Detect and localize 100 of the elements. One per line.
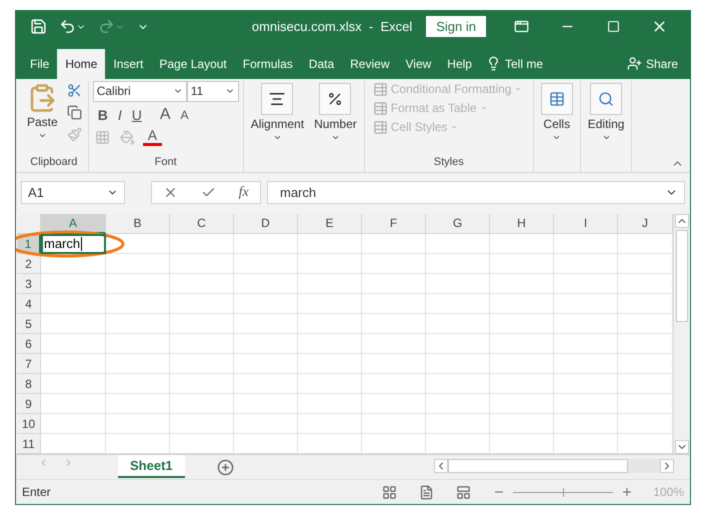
table-cell xyxy=(362,234,426,254)
table-cell xyxy=(106,334,170,354)
decrease-font-button[interactable]: A xyxy=(176,106,194,123)
table-cell xyxy=(234,374,298,394)
ribbon-tab[interactable]: Page Layout xyxy=(151,48,235,79)
table-cell xyxy=(170,234,234,254)
table-cell xyxy=(234,414,298,434)
column-header[interactable]: B xyxy=(106,214,170,234)
table-icon xyxy=(540,82,573,115)
table-cell xyxy=(362,274,426,294)
table-cell xyxy=(41,334,106,354)
table-cell xyxy=(234,294,298,314)
table-cell xyxy=(170,334,234,354)
scrollbar-thumb[interactable] xyxy=(448,459,628,474)
ribbon-tab[interactable]: Insert xyxy=(105,48,152,79)
font-size-field[interactable]: 11 xyxy=(186,80,239,102)
insert-function-button[interactable]: fx xyxy=(238,184,249,201)
name-box[interactable]: A1 xyxy=(21,181,125,204)
row-header[interactable]: 8 xyxy=(17,374,41,394)
font-color-button[interactable]: A xyxy=(142,128,162,146)
underline-button[interactable]: U xyxy=(126,106,147,124)
row-header[interactable]: 2 xyxy=(17,254,41,274)
table-cell xyxy=(426,414,490,434)
table-cell xyxy=(41,354,106,374)
table-cell xyxy=(298,374,362,394)
row-header[interactable]: 10 xyxy=(17,414,41,434)
ribbon-tab[interactable]: Data xyxy=(300,48,342,79)
row-header[interactable]: 4 xyxy=(17,294,41,314)
table-cell xyxy=(106,254,170,274)
sign-in-button[interactable]: Sign in xyxy=(426,16,486,38)
ribbon-tab[interactable]: Formulas xyxy=(234,48,301,79)
table-cell xyxy=(41,414,106,434)
row-header[interactable]: 3 xyxy=(17,274,41,294)
tell-me-button[interactable]: Tell me xyxy=(480,48,549,79)
table-cell xyxy=(106,414,170,434)
column-header[interactable]: F xyxy=(362,214,426,234)
number-button[interactable]: Number xyxy=(311,80,360,172)
ribbon-tab[interactable]: Review xyxy=(342,48,398,79)
scroll-right-icon[interactable] xyxy=(660,459,674,474)
table-cell xyxy=(490,294,554,314)
table-cell xyxy=(170,374,234,394)
row-header[interactable]: 11 xyxy=(17,434,41,454)
table-cell xyxy=(362,334,426,354)
table-cell xyxy=(298,394,362,414)
table-cell xyxy=(41,314,106,334)
table-cell xyxy=(234,314,298,334)
fill-color-icon[interactable] xyxy=(118,128,137,147)
ribbon-tab[interactable]: File xyxy=(22,48,58,79)
scroll-down-icon[interactable] xyxy=(675,440,689,454)
table-cell xyxy=(554,374,618,394)
increase-font-button[interactable]: A xyxy=(154,104,176,125)
ribbon-tab[interactable]: Home xyxy=(57,48,106,79)
sheet-tab[interactable]: Sheet1 xyxy=(118,455,185,478)
column-header[interactable]: H xyxy=(490,214,554,234)
status-mode: Enter xyxy=(22,485,51,500)
column-header[interactable]: E xyxy=(298,214,362,234)
scrollbar-thumb[interactable] xyxy=(676,230,688,322)
table-icon xyxy=(372,82,388,97)
row-header[interactable]: 5 xyxy=(17,314,41,334)
column-header[interactable]: D xyxy=(234,214,298,234)
table-cell xyxy=(554,354,618,374)
share-button[interactable]: Share xyxy=(620,48,684,79)
row-header[interactable]: 6 xyxy=(17,334,41,354)
column-header[interactable]: I xyxy=(554,214,618,234)
table-cell xyxy=(298,234,362,254)
italic-button[interactable]: I xyxy=(112,106,127,124)
table-cell xyxy=(234,394,298,414)
row-header[interactable]: 7 xyxy=(17,354,41,374)
table-cell xyxy=(554,294,618,314)
table-cell xyxy=(362,394,426,414)
ribbon-tab[interactable]: View xyxy=(398,48,440,79)
table-cell xyxy=(170,394,234,414)
formula-input[interactable]: march xyxy=(267,181,685,204)
table-cell xyxy=(234,274,298,294)
table-icon xyxy=(372,100,388,116)
ribbon-tab[interactable]: Help xyxy=(439,48,480,79)
column-header[interactable]: J xyxy=(618,214,673,234)
column-header[interactable]: C xyxy=(170,214,234,234)
table-cell xyxy=(298,314,362,334)
paste-button[interactable]: Paste xyxy=(24,80,61,156)
window-title: omnisecu.com.xlsx - Excel xyxy=(252,19,412,34)
copy-icon[interactable] xyxy=(64,102,84,122)
table-cell xyxy=(41,394,106,414)
scroll-up-icon[interactable] xyxy=(675,214,689,228)
table-cell xyxy=(298,274,362,294)
alignment-button[interactable]: Alignment xyxy=(248,80,308,172)
font-name-field[interactable]: Calibri xyxy=(92,80,187,102)
bold-button[interactable]: B xyxy=(92,106,113,124)
scroll-left-icon[interactable] xyxy=(434,459,448,474)
row-header[interactable]: 9 xyxy=(17,394,41,414)
editing-button[interactable]: Editing xyxy=(584,80,628,172)
column-header[interactable]: G xyxy=(426,214,490,234)
table-cell xyxy=(170,354,234,374)
new-sheet-icon[interactable] xyxy=(214,457,236,478)
table-cell xyxy=(362,254,426,274)
table-cell xyxy=(554,334,618,354)
cells-button[interactable]: Cells xyxy=(538,80,576,172)
table-cell xyxy=(426,294,490,314)
table-cell xyxy=(554,254,618,274)
table-cell xyxy=(362,294,426,314)
